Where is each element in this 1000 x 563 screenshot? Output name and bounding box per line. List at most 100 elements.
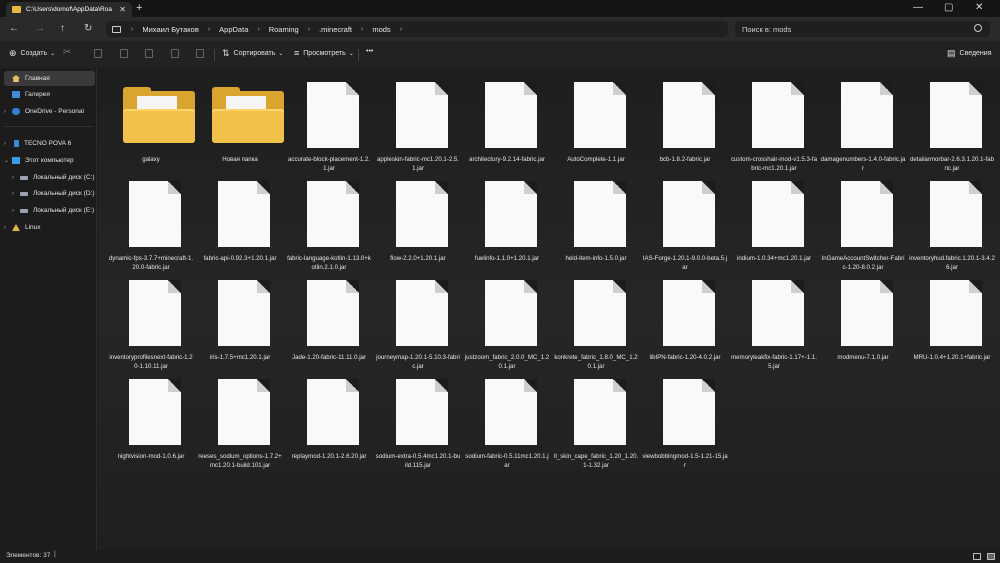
file-name: fuelinfo-1.1.0+1.20.1.jar — [474, 255, 540, 262]
file-item[interactable]: MRU-1.0.4+1.20.1+fabric.jar — [909, 272, 995, 370]
file-item[interactable]: architectury-9.2.14-fabric.jar — [464, 74, 550, 172]
file-item[interactable]: detailarmorbar-2.6.3.1.20.1-fabric.jar — [909, 74, 995, 172]
view-button[interactable]: ≡ Просмотреть ⌄ — [294, 48, 354, 58]
file-item[interactable]: Jade-1.20-fabric-11.11.0.jar — [286, 272, 372, 370]
sidebar-item-tecno[interactable]: › TECNO POVA 6 — [4, 136, 95, 151]
file-item[interactable]: IAS-Forge-1.20.1-9.0.0-beta.5.jar — [642, 173, 728, 271]
file-item[interactable]: replaymod-1.20.1-2.6.20.jar — [286, 371, 372, 469]
file-item[interactable]: modmenu-7.1.0.jar — [820, 272, 906, 370]
file-item[interactable]: AutoComplete-1.1.jar — [553, 74, 639, 172]
sidebar-item-drive-d[interactable]: › Локальный диск (D:) — [4, 186, 95, 201]
file-item[interactable]: iris-1.7.5+mc1.20.1.jar — [197, 272, 283, 370]
back-arrow-icon[interactable]: ← — [9, 23, 19, 34]
rename-icon[interactable] — [145, 49, 153, 58]
sidebar-item-this-pc[interactable]: ⌄ Этот компьютер — [4, 153, 95, 168]
file-item[interactable]: appleskin-fabric-mc1.20.1-2.5.1.jar — [375, 74, 461, 172]
file-item[interactable]: konkrete_fabric_1.8.0_MC_1.20.1.jar — [553, 272, 639, 370]
file-item[interactable]: fuelinfo-1.1.0+1.20.1.jar — [464, 173, 550, 271]
sidebar-item-onedrive[interactable]: › OneDrive - Personal — [4, 104, 95, 119]
close-icon[interactable]: ✕ — [975, 2, 983, 13]
file-item[interactable]: fabric-language-kotlin-1.13.0+kotlin.2.1… — [286, 173, 372, 271]
details-button[interactable]: ▤ Сведения — [947, 48, 992, 59]
page-fold — [791, 82, 804, 95]
file-item[interactable]: memoryleakfix-fabric-1.17+-1.1.5.jar — [731, 272, 817, 370]
file-name: inventoryhud.fabric.1.20.1-3.4.26.jar — [909, 255, 995, 271]
delete-icon[interactable] — [196, 49, 204, 58]
file-item[interactable]: inventoryhud.fabric.1.20.1-3.4.26.jar — [909, 173, 995, 271]
file-item[interactable]: inventoryprofilesnext-fabric-1.20-1.10.1… — [108, 272, 194, 370]
file-name: IAS-Forge-1.20.1-9.0.0-beta.5.jar — [642, 255, 728, 271]
file-item[interactable]: bcb-1.8.2-fabric.jar — [642, 74, 728, 172]
page-fold — [702, 379, 715, 392]
close-tab-icon[interactable]: ✕ — [119, 5, 126, 14]
file-item[interactable]: InGameAccountSwitcher-Fabric-1.20-8.0.2.… — [820, 173, 906, 271]
breadcrumb-item[interactable]: Михаил Бутаков — [142, 25, 198, 34]
file-item[interactable]: flow-2.2.0+1.20.1.jar — [375, 173, 461, 271]
chevron-right-icon[interactable]: › — [12, 208, 20, 214]
sidebar-item-label: Локальный диск (D:) — [33, 190, 95, 197]
page-fold — [791, 181, 804, 194]
file-item[interactable]: reeses_sodium_options-1.7.2+mc1.20.1-bui… — [197, 371, 283, 469]
file-item[interactable]: dynamic-fps-3.7.7+minecraft-1.20.0-fabri… — [108, 173, 194, 271]
chevron-right-icon[interactable]: › — [12, 191, 20, 197]
breadcrumb-item[interactable]: .minecraft — [319, 25, 352, 34]
file-item[interactable]: indium-1.0.34+mc1.20.1.jar — [731, 173, 817, 271]
file-item[interactable]: sodium-extra-0.5.4mc1.20.1-build.115.jar — [375, 371, 461, 469]
chevron-right-icon[interactable]: › — [4, 225, 12, 231]
computer-icon — [12, 157, 20, 164]
breadcrumb-item[interactable]: AppData — [219, 25, 248, 34]
new-tab-icon[interactable]: + — [136, 2, 142, 14]
file-item[interactable]: sodium-fabric-0.5.11mc1.20.1.jar — [464, 371, 550, 469]
sidebar-item-gallery[interactable]: Галерея — [4, 87, 95, 102]
breadcrumb[interactable]: › Михаил Бутаков › AppData › Roaming › .… — [106, 21, 728, 37]
copy-icon[interactable] — [94, 49, 102, 58]
chevron-right-icon[interactable]: › — [4, 141, 12, 147]
file-name: replaymod-1.20.1-2.6.20.jar — [291, 453, 367, 460]
file-item[interactable]: viewbobbingmod-1.5-1.21-15.jar — [642, 371, 728, 469]
file-item[interactable]: accurate-block-placement-1.2.1.jar — [286, 74, 372, 172]
file-item[interactable]: damagenumbers-1.4.0-fabric.jar — [820, 74, 906, 172]
folder-item[interactable]: Новая папка — [197, 74, 284, 172]
file-name: libIPN-fabric-1.20-4.0.2.jar — [649, 354, 721, 361]
breadcrumb-item[interactable]: mods — [372, 25, 390, 34]
file-item[interactable]: custom-crosshair-mod-v1.5.3-fabric-mc1.2… — [731, 74, 817, 172]
file-item[interactable]: journeymap-1.20.1-5.10.3-fabric.jar — [375, 272, 461, 370]
more-options-icon[interactable]: ••• — [366, 48, 373, 55]
breadcrumb-item[interactable]: Roaming — [269, 25, 299, 34]
sidebar-item-label: TECNO POVA 6 — [24, 140, 72, 147]
file-name: bcb-1.8.2-fabric.jar — [659, 156, 711, 163]
folder-icon — [123, 87, 195, 143]
search-input[interactable]: Поиск в: mods — [735, 21, 990, 37]
file-item[interactable]: fabric-api-0.92.3+1.20.1.jar — [197, 173, 283, 271]
share-icon[interactable] — [171, 49, 179, 58]
cut-icon[interactable]: ✂ — [63, 47, 71, 58]
refresh-icon[interactable]: ↻ — [84, 23, 92, 34]
window-tab[interactable]: C:\Users\domof\AppData\Roa ✕ — [6, 2, 132, 17]
sort-button[interactable]: ⇅ Сортировать ⌄ — [222, 48, 283, 59]
file-item[interactable]: held-item-info-1.5.0.jar — [553, 173, 639, 271]
details-view-icon[interactable] — [973, 553, 981, 560]
minimize-icon[interactable]: — — [913, 2, 923, 13]
tiles-view-icon[interactable] — [987, 553, 995, 560]
maximize-icon[interactable]: ▢ — [944, 2, 953, 13]
file-item[interactable]: justzoom_fabric_2.0.0_MC_1.20.1.jar — [464, 272, 550, 370]
forward-arrow-icon[interactable]: → — [35, 23, 45, 34]
file-name: fabric-api-0.92.3+1.20.1.jar — [203, 255, 277, 262]
file-item[interactable]: libIPN-fabric-1.20-4.0.2.jar — [642, 272, 728, 370]
page-fold — [346, 181, 359, 194]
sidebar-item-linux[interactable]: › Linux — [4, 220, 95, 235]
up-arrow-icon[interactable]: ↑ — [60, 23, 65, 34]
folder-item[interactable]: galaxy — [108, 74, 195, 172]
chevron-down-icon[interactable]: ⌄ — [4, 157, 12, 164]
sidebar-item-drive-c[interactable]: › Локальный диск (C:) — [4, 170, 95, 185]
navigation-pane: Главная Галерея › OneDrive - Personal › … — [0, 68, 97, 550]
sidebar-item-home[interactable]: Главная — [4, 71, 95, 86]
file-name: nightvision-mod-1.0.6.jar — [117, 453, 185, 460]
create-button[interactable]: ⊕ Создать ⌄ — [9, 48, 55, 59]
file-item[interactable]: tl_skin_cape_fabric_1.20_1.20.1-1.32.jar — [553, 371, 639, 469]
paste-icon[interactable] — [120, 49, 128, 58]
file-item[interactable]: nightvision-mod-1.0.6.jar — [108, 371, 194, 469]
chevron-right-icon[interactable]: › — [4, 109, 12, 115]
sidebar-item-drive-e[interactable]: › Локальный диск (E:) — [4, 203, 95, 218]
chevron-right-icon[interactable]: › — [12, 175, 20, 181]
